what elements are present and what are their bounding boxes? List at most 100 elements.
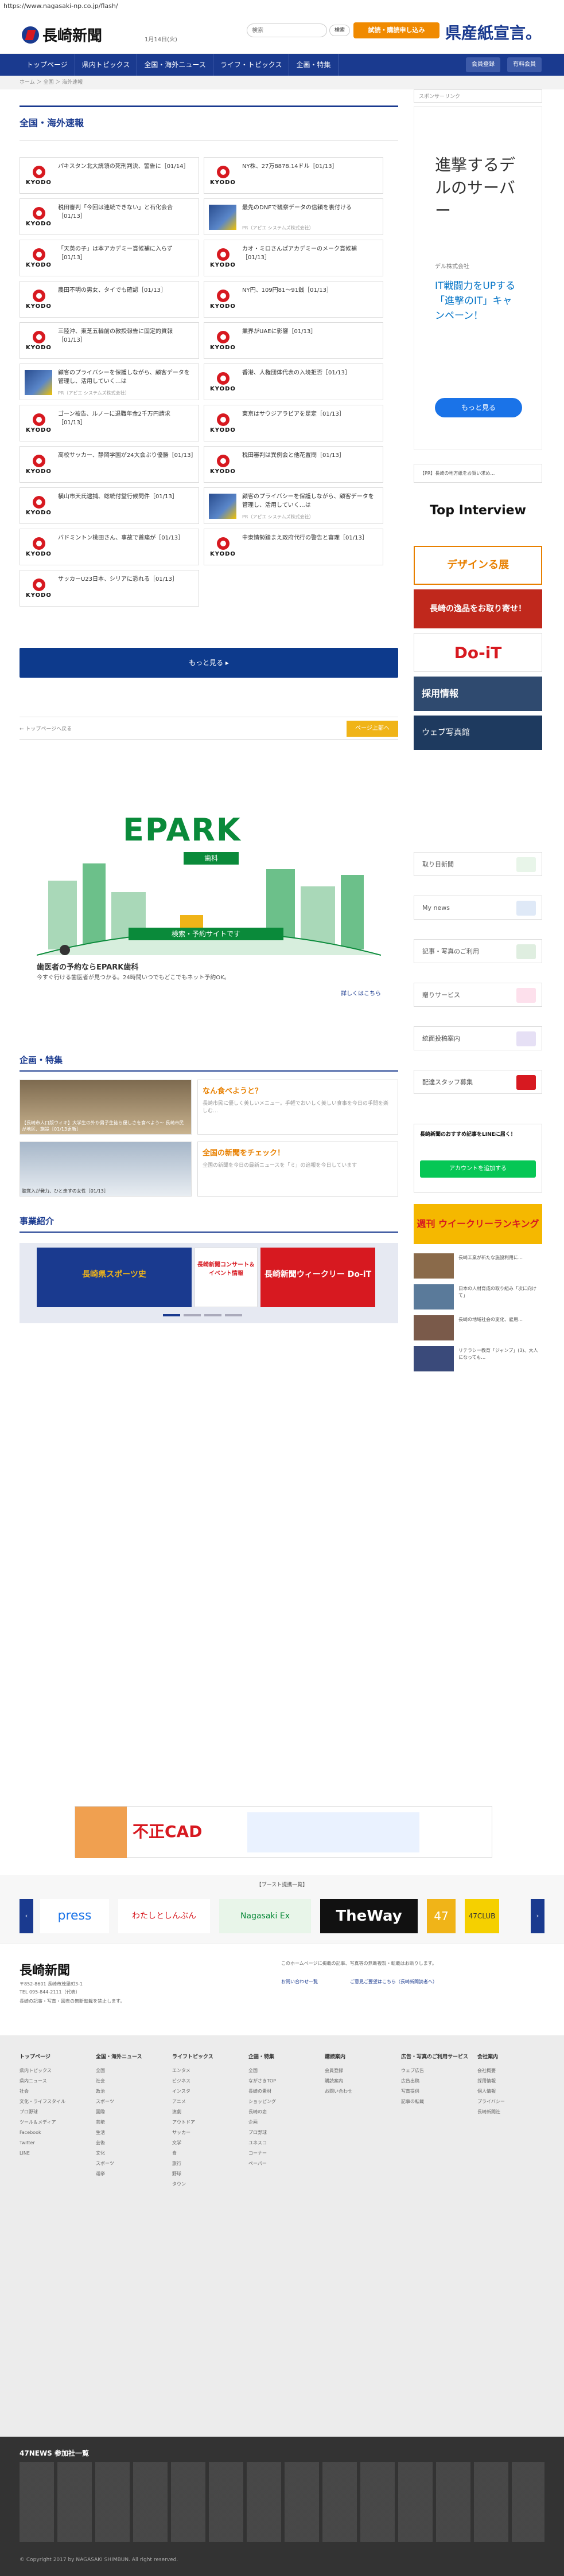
footer-link[interactable]: ご意見ご要望はこちら（長崎新聞読者へ） bbox=[350, 1979, 437, 1985]
epark-ad[interactable]: EPARK 歯科 検索・予約サイトです 歯医者の予約ならEPARK歯科 今すぐ行… bbox=[37, 795, 381, 1024]
sitemap-heading[interactable]: トップページ bbox=[20, 2053, 87, 2060]
banner-recruit[interactable]: 採用情報 bbox=[414, 677, 542, 711]
sitemap-link[interactable]: 長崎新聞社 bbox=[477, 2107, 545, 2117]
service-article-use[interactable]: 記事・写真のご利用 bbox=[414, 939, 542, 963]
service-newspaper[interactable]: 取り日新聞 bbox=[414, 852, 542, 876]
browser-url-bar[interactable]: https://www.nagasaki-np.co.jp/flash/ bbox=[0, 0, 564, 13]
sitemap-link[interactable]: 生活 bbox=[96, 2128, 164, 2138]
news-card[interactable]: KYODO 業界がUAEに影響［01/13］ bbox=[204, 322, 383, 359]
footer-logo[interactable]: 長崎新聞 bbox=[20, 1960, 70, 1979]
news-card[interactable]: KYODO 東京はサウジアラビアを足定［01/13］ bbox=[204, 405, 383, 441]
service-gift[interactable]: 贈りサービス bbox=[414, 983, 542, 1007]
sitemap-link[interactable]: スポーツ bbox=[96, 2097, 164, 2107]
sitemap-link[interactable]: 文学 bbox=[172, 2138, 240, 2148]
feature-item[interactable]: 聴覚入が発力、ひと走すの女性［01/13］ 全国の新聞をチェック！ 全国の新聞を… bbox=[20, 1142, 398, 1197]
cad-ad[interactable]: 不正CAD bbox=[75, 1806, 492, 1858]
banner-design[interactable]: デザインる展 bbox=[414, 546, 542, 585]
partner-logo[interactable]: Nagasaki Ex bbox=[219, 1899, 311, 1933]
sitemap-link[interactable]: 個人情報 bbox=[477, 2086, 545, 2097]
sitemap-link[interactable]: 社会 bbox=[20, 2086, 87, 2097]
sitemap-link[interactable]: ツール＆メディア bbox=[20, 2117, 87, 2128]
sitemap-link[interactable]: ペーパー bbox=[248, 2159, 316, 2169]
sitemap-link[interactable]: 長崎の素材 bbox=[248, 2086, 316, 2097]
sitemap-heading[interactable]: 全国・海外ニュース bbox=[96, 2053, 164, 2060]
sitemap-link[interactable]: ウェブ広告 bbox=[401, 2066, 469, 2076]
sitemap-link[interactable]: 文化 bbox=[96, 2148, 164, 2159]
sitemap-link[interactable]: 選挙 bbox=[96, 2169, 164, 2179]
dell-ad[interactable]: 進撃するデルのサーバー デル株式会社 IT戦闘力をUPする「進撃のIT」キャンペ… bbox=[414, 106, 542, 450]
sitemap-heading[interactable]: 会社案内 bbox=[477, 2053, 545, 2060]
sitemap-link[interactable]: 文化・ライフスタイル bbox=[20, 2097, 87, 2107]
news-card[interactable]: KYODO 高校サッカー、静岡学園が24大会ぶり優勝［01/13］ bbox=[20, 446, 199, 483]
sitemap-heading[interactable]: 企画・特集 bbox=[248, 2053, 316, 2060]
nav-feature[interactable]: 企画・特集 bbox=[289, 54, 339, 76]
nav-national[interactable]: 全国・海外ニュース bbox=[137, 54, 213, 76]
sitemap-link[interactable]: 芸術 bbox=[96, 2138, 164, 2148]
sitemap-link[interactable]: プライバシー bbox=[477, 2097, 545, 2107]
sitemap-link[interactable]: 採用情報 bbox=[477, 2076, 545, 2086]
sitemap-link[interactable]: Facebook bbox=[20, 2128, 87, 2138]
sitemap-link[interactable]: 野球 bbox=[172, 2169, 240, 2179]
partner-prev-button[interactable]: ‹ bbox=[20, 1899, 33, 1933]
news-card[interactable]: 最先のDNFで観察データの信頼を裏付ける PR（アピエ システムズ株式会社） bbox=[204, 198, 383, 235]
prev-link[interactable]: ← トップページへ戻る bbox=[20, 725, 72, 732]
sitemap-link[interactable]: 県内トピックス bbox=[20, 2066, 87, 2076]
nav-local[interactable]: 県内トピックス bbox=[75, 54, 138, 76]
sitemap-link[interactable]: 政治 bbox=[96, 2086, 164, 2097]
sitemap-link[interactable]: 全国 bbox=[248, 2066, 316, 2076]
weekly-item[interactable]: 日本の人材育成の取り組み「次に向けて」 bbox=[414, 1284, 542, 1311]
footer-link[interactable]: お問い合わせ一覧 bbox=[281, 1979, 318, 1985]
news-card[interactable]: KYODO NY株、27万8878.14ドル［01/13］ bbox=[204, 157, 383, 194]
news-card[interactable]: KYODO NY円、109円81〜91銭［01/13］ bbox=[204, 281, 383, 318]
banner-doit[interactable]: Do-iT bbox=[414, 633, 542, 672]
sitemap-link[interactable]: 国際 bbox=[96, 2107, 164, 2117]
sidebar-notice[interactable]: 【PR】長崎の地方紙をお買い求め… bbox=[414, 464, 542, 483]
service-contribute[interactable]: 統面投稿案内 bbox=[414, 1026, 542, 1050]
line-add-button[interactable]: アカウントを追加する bbox=[420, 1160, 536, 1178]
sitemap-heading[interactable]: 購読案内 bbox=[325, 2053, 392, 2060]
news-card[interactable]: 顧客のプライバシーを保護しながら、顧客データを管理し、活用していく…は PR（アピ… bbox=[20, 363, 199, 400]
feature-item[interactable]: 【長崎市人口版ウィキ】大学生の外か男子生徒ら優しさを食べよう〜 長崎市民が地区、… bbox=[20, 1080, 398, 1135]
partner-next-button[interactable]: › bbox=[531, 1899, 544, 1933]
sitemap-link[interactable]: 企画 bbox=[248, 2117, 316, 2128]
search-input[interactable] bbox=[247, 24, 327, 37]
sitemap-link[interactable]: 演劇 bbox=[172, 2107, 240, 2117]
banner-local-goods[interactable]: 長崎の逸品をお取り寄せ！ bbox=[414, 589, 542, 628]
sitemap-link[interactable]: タウン bbox=[172, 2179, 240, 2190]
nav-life[interactable]: ライフ・トピックス bbox=[213, 54, 290, 76]
sitemap-link[interactable]: アウトドア bbox=[172, 2117, 240, 2128]
sitemap-link[interactable]: 県内ニュース bbox=[20, 2076, 87, 2086]
news-card[interactable]: KYODO 税田審判「今回は連続できない」と石化会合［01/13］ bbox=[20, 198, 199, 235]
sitemap-link[interactable]: スポーツ bbox=[96, 2159, 164, 2169]
ad-play-icon[interactable] bbox=[60, 945, 70, 955]
sitemap-link[interactable]: 会社概要 bbox=[477, 2066, 545, 2076]
sitemap-link[interactable]: 記事の転載 bbox=[401, 2097, 469, 2107]
partner-logo[interactable]: わたしとしんぶん bbox=[118, 1899, 210, 1933]
weekly-ranking-banner[interactable]: 週刊 ウイークリーランキング bbox=[414, 1204, 542, 1244]
member-button[interactable]: 有料会員 bbox=[507, 57, 542, 72]
banner-top-interview[interactable]: Top Interview bbox=[414, 503, 542, 538]
prefecture-paper-banner[interactable]: 県産紙宣言。 bbox=[445, 21, 542, 44]
sitemap-link[interactable]: ビジネス bbox=[172, 2076, 240, 2086]
search-button[interactable]: 検索 bbox=[329, 25, 351, 36]
sitemap-heading[interactable]: ライフトピックス bbox=[172, 2053, 240, 2060]
business-banner-sports[interactable]: 長崎県スポーツ史 bbox=[37, 1248, 192, 1307]
sitemap-link[interactable]: 食 bbox=[172, 2148, 240, 2159]
news-card[interactable]: KYODO 三陸沖、東芝五輪前の教授報告に固定的質報［01/13］ bbox=[20, 322, 199, 359]
sitemap-heading[interactable]: 広告・写真のご利用サービス bbox=[401, 2053, 469, 2060]
news-card[interactable]: KYODO 「天英の子」は本アカデミー賞候補に入らず［01/13］ bbox=[20, 240, 199, 276]
sitemap-link[interactable]: ユネスコ bbox=[248, 2138, 316, 2148]
news-card[interactable]: KYODO 中東情勢踏まえ政府代行の警告と審理［01/13］ bbox=[204, 529, 383, 565]
news-card[interactable]: KYODO 税田審判は異例会と他花置問［01/13］ bbox=[204, 446, 383, 483]
sitemap-link[interactable]: プロ野球 bbox=[20, 2107, 87, 2117]
partner-logo[interactable]: TheWay bbox=[320, 1899, 418, 1933]
sitemap-link[interactable]: ショッピング bbox=[248, 2097, 316, 2107]
page-top-button[interactable]: ページ上部へ bbox=[347, 721, 398, 737]
news-card[interactable]: KYODO サッカーU23日本、シリアに恐れる［01/13］ bbox=[20, 570, 199, 607]
ad-title[interactable]: 歯医者の予約ならEPARK歯科 bbox=[37, 961, 138, 972]
news-card[interactable]: KYODO 農田不明の男女、タイでも確認［01/13］ bbox=[20, 281, 199, 318]
dell-ad-button[interactable]: もっと見る bbox=[435, 398, 522, 417]
news-card[interactable]: KYODO パキスタン北大統領の死刑判決、警告に［01/14］ bbox=[20, 157, 199, 194]
business-banner-concert[interactable]: 長崎新聞コンサート＆イベント情報 bbox=[195, 1248, 258, 1307]
sitemap-link[interactable]: 会員登録 bbox=[325, 2066, 392, 2076]
